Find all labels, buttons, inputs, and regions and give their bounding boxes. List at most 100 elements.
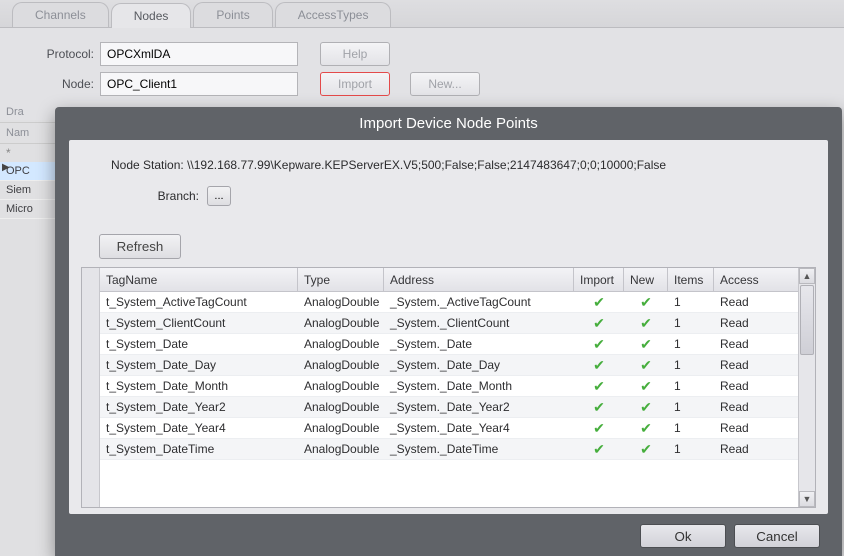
grid-header: TagName Type Address Import New Items Ac… [100,268,798,292]
cell-items: 1 [668,356,714,374]
cell-access: Read [714,356,780,374]
scroll-up-icon[interactable]: ▲ [799,268,815,284]
cell-tagname: t_System_DateTime [100,440,298,458]
check-icon: ✔ [630,420,662,437]
cell-type: AnalogDouble [298,419,384,437]
modal-footer: Ok Cancel [55,514,842,556]
node-input[interactable] [100,72,298,96]
cell-new[interactable]: ✔ [624,334,668,355]
scroll-track[interactable] [799,284,815,491]
check-icon: ✔ [580,378,618,395]
cell-tagname: t_System_Date [100,335,298,353]
cell-new[interactable]: ✔ [624,418,668,439]
cell-new[interactable]: ✔ [624,313,668,334]
check-icon: ✔ [580,357,618,374]
protocol-label: Protocol: [12,47,100,61]
check-icon: ✔ [630,357,662,374]
scroll-thumb[interactable] [800,285,814,355]
scroll-down-icon[interactable]: ▼ [799,491,815,507]
table-row[interactable]: t_System_Date_Year2AnalogDouble_System._… [100,397,798,418]
left-hdr-name: Nam [0,123,56,144]
cell-type: AnalogDouble [298,335,384,353]
grid: TagName Type Address Import New Items Ac… [81,267,816,508]
help-button[interactable]: Help [320,42,390,66]
modal-body: Node Station: \\192.168.77.99\Kepware.KE… [69,140,828,514]
cell-import[interactable]: ✔ [574,334,624,355]
check-icon: ✔ [580,336,618,353]
grid-gutter [82,268,100,507]
col-tagname[interactable]: TagName [100,268,298,291]
cell-import[interactable]: ✔ [574,355,624,376]
protocol-input[interactable] [100,42,298,66]
tab-points[interactable]: Points [193,2,272,27]
cell-tagname: t_System_Date_Day [100,356,298,374]
col-items[interactable]: Items [668,268,714,291]
tab-channels[interactable]: Channels [12,2,109,27]
check-icon: ✔ [580,399,618,416]
cell-tagname: t_System_Date_Month [100,377,298,395]
cell-items: 1 [668,335,714,353]
node-station-label: Node Station: [111,158,187,172]
cell-tagname: t_System_Date_Year2 [100,398,298,416]
col-type[interactable]: Type [298,268,384,291]
cell-items: 1 [668,419,714,437]
col-address[interactable]: Address [384,268,574,291]
left-arrow-icon: ▶ [2,162,10,173]
cell-import[interactable]: ✔ [574,418,624,439]
table-row[interactable]: t_System_ClientCountAnalogDouble_System.… [100,313,798,334]
table-row[interactable]: t_System_DateTimeAnalogDouble_System._Da… [100,439,798,460]
node-station-line: Node Station: \\192.168.77.99\Kepware.KE… [81,150,816,176]
cell-address: _System._Date_Year4 [384,419,574,437]
cell-type: AnalogDouble [298,314,384,332]
cell-new[interactable]: ✔ [624,439,668,460]
cell-new[interactable]: ✔ [624,355,668,376]
col-access[interactable]: Access [714,268,780,291]
branch-browse-button[interactable]: ... [207,186,231,206]
new-button[interactable]: New... [410,72,480,96]
check-icon: ✔ [630,294,662,311]
table-row[interactable]: t_System_Date_MonthAnalogDouble_System._… [100,376,798,397]
table-row[interactable]: t_System_DateAnalogDouble_System._Date ✔ ✔… [100,334,798,355]
cell-type: AnalogDouble [298,377,384,395]
tab-nodes[interactable]: Nodes [111,3,192,28]
cell-import[interactable]: ✔ [574,439,624,460]
cell-address: _System._DateTime [384,440,574,458]
node-station-value: \\192.168.77.99\Kepware.KEPServerEX.V5;5… [187,158,666,172]
col-import[interactable]: Import [574,268,624,291]
cell-items: 1 [668,440,714,458]
cell-tagname: t_System_ActiveTagCount [100,293,298,311]
cell-new[interactable]: ✔ [624,376,668,397]
refresh-button[interactable]: Refresh [99,234,181,259]
check-icon: ✔ [630,441,662,458]
left-row-micro[interactable]: Micro [0,200,56,219]
table-row[interactable]: t_System_ActiveTagCountAnalogDouble_Syst… [100,292,798,313]
cell-import[interactable]: ✔ [574,292,624,313]
table-row[interactable]: t_System_Date_Year4AnalogDouble_System._… [100,418,798,439]
cell-type: AnalogDouble [298,440,384,458]
tab-accesstypes[interactable]: AccessTypes [275,2,392,27]
cell-new[interactable]: ✔ [624,397,668,418]
check-icon: ✔ [580,420,618,437]
cell-access: Read [714,398,780,416]
col-new[interactable]: New [624,268,668,291]
cell-items: 1 [668,293,714,311]
cancel-button[interactable]: Cancel [734,524,820,548]
cell-address: _System._Date_Year2 [384,398,574,416]
cell-address: _System._Date_Day [384,356,574,374]
cell-new[interactable]: ✔ [624,292,668,313]
left-row-siem[interactable]: Siem [0,181,56,200]
check-icon: ✔ [630,315,662,332]
cell-import[interactable]: ✔ [574,397,624,418]
table-row[interactable]: t_System_Date_DayAnalogDouble_System._Da… [100,355,798,376]
import-button[interactable]: Import [320,72,390,96]
cell-items: 1 [668,314,714,332]
left-list: Dra Nam * ▶ OPC Siem Micro [0,102,56,219]
cell-address: _System._Date_Month [384,377,574,395]
ok-button[interactable]: Ok [640,524,726,548]
modal-title: Import Device Node Points [55,107,842,140]
left-hdr-drag: Dra [0,102,56,123]
cell-import[interactable]: ✔ [574,313,624,334]
grid-scrollbar[interactable]: ▲ ▼ [798,268,815,507]
cell-address: _System._Date [384,335,574,353]
cell-import[interactable]: ✔ [574,376,624,397]
